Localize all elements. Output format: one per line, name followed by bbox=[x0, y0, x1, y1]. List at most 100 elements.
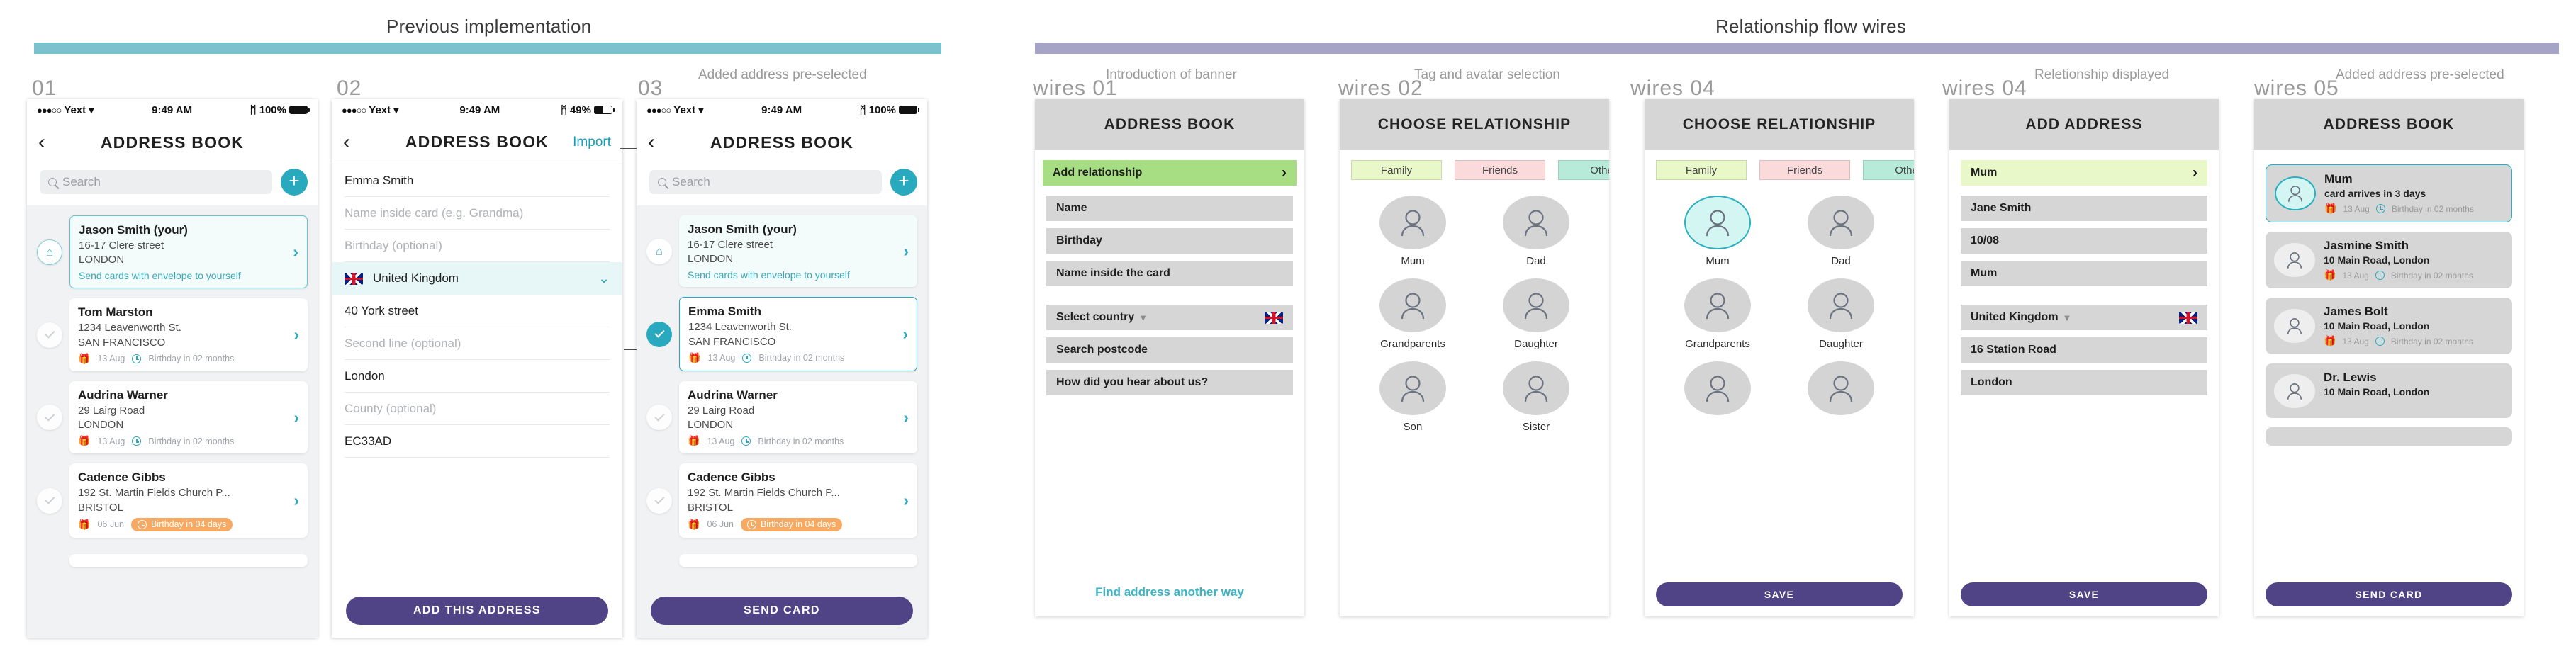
address-card-self[interactable]: Jason Smith (your) 16-17 Clere street LO… bbox=[679, 215, 917, 288]
send-card-button[interactable]: SEND CARD bbox=[651, 597, 913, 625]
gift-icon: 🎁 bbox=[2324, 203, 2337, 214]
field-name-inside-card[interactable]: Name inside card (e.g. Grandma) bbox=[345, 197, 610, 230]
chevron-right-icon[interactable]: › bbox=[903, 408, 909, 427]
address-card-selected[interactable]: Emma Smith 1234 Leavenworth St. SAN FRAN… bbox=[679, 297, 917, 371]
avatar-option[interactable]: Mum bbox=[1351, 196, 1474, 267]
search-input[interactable]: Search bbox=[40, 170, 272, 194]
chevron-right-icon[interactable]: › bbox=[293, 325, 299, 344]
wire-contact-card-partial[interactable] bbox=[2266, 427, 2512, 446]
list-item-partial[interactable] bbox=[27, 548, 318, 583]
avatar-option[interactable]: Daughter bbox=[1474, 278, 1598, 350]
wire-screen-04a: CHOOSE RELATIONSHIP Family Friends Other… bbox=[1645, 99, 1914, 616]
chevron-right-icon[interactable]: › bbox=[903, 491, 909, 510]
wire-field-name-inside-card[interactable]: Name inside the card bbox=[1046, 261, 1293, 286]
search-input[interactable]: Search bbox=[649, 170, 882, 194]
tag-family[interactable]: Family bbox=[1656, 160, 1747, 180]
find-address-another-way-link[interactable]: Find address another way bbox=[1035, 585, 1304, 599]
avatar-option-selected[interactable]: Mum bbox=[1656, 196, 1779, 267]
field-postcode[interactable]: EC33AD bbox=[345, 425, 610, 458]
field-address-line1[interactable]: 40 York street bbox=[345, 295, 610, 327]
tag-friends[interactable]: Friends bbox=[1455, 160, 1545, 180]
avatar-option[interactable] bbox=[1779, 361, 1903, 421]
save-button[interactable]: SAVE bbox=[1961, 582, 2207, 606]
wire-field-address-line1[interactable]: 16 Station Road bbox=[1961, 337, 2207, 363]
back-button[interactable]: ‹ bbox=[343, 131, 371, 153]
wire-field-select-country[interactable]: Select country ▼ bbox=[1046, 305, 1293, 330]
wire-field-hear-about-us[interactable]: How did you hear about us? bbox=[1046, 370, 1293, 395]
chevron-right-icon[interactable]: › bbox=[902, 324, 908, 344]
avatar-option[interactable]: Son bbox=[1351, 361, 1474, 433]
select-checkbox[interactable] bbox=[37, 322, 62, 348]
list-item[interactable]: Tom Marston 1234 Leavenworth St. SAN FRA… bbox=[27, 298, 318, 380]
avatar-option[interactable]: Grandparents bbox=[1656, 278, 1779, 350]
wire-field-city[interactable]: London bbox=[1961, 370, 2207, 395]
wire-contact-card[interactable]: Jasmine Smith 10 Main Road, London 🎁 13 … bbox=[2266, 232, 2512, 288]
wire-field-country[interactable]: United Kingdom ▼ bbox=[1961, 305, 2207, 330]
wire-field-search-postcode[interactable]: Search postcode bbox=[1046, 337, 1293, 363]
field-country-select[interactable]: United Kingdom ⌄ bbox=[332, 262, 622, 295]
address-card[interactable]: Audrina Warner 29 Lairg Road LONDON 🎁 13… bbox=[69, 380, 308, 454]
address-card-self[interactable]: Jason Smith (your) 16-17 Clere street LO… bbox=[69, 215, 308, 289]
wire-field-birthday[interactable]: Birthday bbox=[1046, 228, 1293, 254]
add-this-address-button[interactable]: ADD THIS ADDRESS bbox=[346, 597, 608, 625]
field-address-line2[interactable]: Second line (optional) bbox=[345, 327, 610, 360]
avatar-option[interactable]: Grandparents bbox=[1351, 278, 1474, 350]
wire-field-name[interactable]: Jane Smith bbox=[1961, 196, 2207, 221]
field-name[interactable]: Emma Smith bbox=[345, 164, 610, 197]
list-item[interactable]: Audrina Warner 29 Lairg Road LONDON 🎁 13… bbox=[637, 380, 927, 463]
chevron-right-icon[interactable]: › bbox=[293, 408, 299, 427]
battery-percent-03: 100% bbox=[868, 103, 896, 116]
relationship-banner[interactable]: Mum › bbox=[1961, 160, 2207, 186]
back-button[interactable]: ‹ bbox=[648, 132, 676, 153]
select-checkbox[interactable] bbox=[646, 405, 672, 431]
chevron-right-icon[interactable]: › bbox=[293, 491, 299, 510]
select-checkbox[interactable] bbox=[646, 487, 672, 514]
select-checkbox[interactable] bbox=[37, 487, 62, 514]
list-item[interactable]: Cadence Gibbs 192 St. Martin Fields Chur… bbox=[637, 463, 927, 547]
avatar-option[interactable]: Daughter bbox=[1779, 278, 1903, 350]
avatar-option[interactable]: Dad bbox=[1779, 196, 1903, 267]
chevron-right-icon[interactable]: › bbox=[903, 242, 909, 261]
select-checkbox-checked[interactable] bbox=[646, 321, 672, 347]
add-relationship-banner[interactable]: Add relationship › bbox=[1043, 160, 1297, 186]
wire-contact-card-selected[interactable]: Mum card arrives in 3 days 🎁 13 Aug Birt… bbox=[2266, 164, 2512, 222]
tag-family[interactable]: Family bbox=[1351, 160, 1442, 180]
list-item[interactable]: Cadence Gibbs 192 St. Martin Fields Chur… bbox=[27, 463, 318, 547]
wire-contact-card[interactable]: James Bolt 10 Main Road, London 🎁 13 Aug… bbox=[2266, 298, 2512, 354]
import-button[interactable]: Import bbox=[573, 135, 611, 150]
avatar-option[interactable]: Sister bbox=[1474, 361, 1598, 433]
list-item[interactable]: Audrina Warner 29 Lairg Road LONDON 🎁 13… bbox=[27, 380, 318, 463]
address-card-partial[interactable] bbox=[679, 553, 917, 567]
avatar-option[interactable] bbox=[1656, 361, 1779, 421]
send-card-button[interactable]: SEND CARD bbox=[2266, 582, 2512, 606]
select-checkbox[interactable] bbox=[37, 405, 62, 431]
avatar-option[interactable]: Dad bbox=[1474, 196, 1598, 267]
address-card[interactable]: Cadence Gibbs 192 St. Martin Fields Chur… bbox=[69, 463, 308, 538]
tag-other[interactable]: Other bbox=[1863, 160, 1914, 180]
nav-bar-01: ‹ ADDRESS BOOK bbox=[27, 120, 318, 164]
list-item[interactable]: ⌂ Jason Smith (your) 16-17 Clere street … bbox=[637, 215, 927, 297]
search-placeholder: Search bbox=[672, 175, 710, 188]
person-icon bbox=[1684, 361, 1751, 415]
address-card[interactable]: Cadence Gibbs 192 St. Martin Fields Chur… bbox=[679, 463, 917, 538]
address-card-partial[interactable] bbox=[69, 553, 308, 567]
list-item[interactable]: ⌂ Jason Smith (your) 16-17 Clere street … bbox=[27, 215, 318, 298]
chevron-right-icon[interactable]: › bbox=[293, 242, 298, 261]
wire-field-birthday[interactable]: 10/08 bbox=[1961, 228, 2207, 254]
wire-field-name-inside-card[interactable]: Mum bbox=[1961, 261, 2207, 286]
address-card[interactable]: Audrina Warner 29 Lairg Road LONDON 🎁 13… bbox=[679, 380, 917, 454]
save-button[interactable]: SAVE bbox=[1656, 582, 1903, 606]
field-city[interactable]: London bbox=[345, 360, 610, 393]
tag-friends[interactable]: Friends bbox=[1759, 160, 1850, 180]
wire-contact-card[interactable]: Dr. Lewis 10 Main Road, London bbox=[2266, 363, 2512, 418]
add-address-button[interactable]: + bbox=[281, 169, 308, 196]
back-button[interactable]: ‹ bbox=[38, 132, 67, 153]
wire-field-name[interactable]: Name bbox=[1046, 196, 1293, 221]
add-address-button[interactable]: + bbox=[890, 169, 917, 196]
field-county[interactable]: County (optional) bbox=[345, 393, 610, 425]
tag-other[interactable]: Other bbox=[1558, 160, 1609, 180]
list-item-partial[interactable] bbox=[637, 548, 927, 583]
field-birthday[interactable]: Birthday (optional) bbox=[345, 230, 610, 262]
address-card[interactable]: Tom Marston 1234 Leavenworth St. SAN FRA… bbox=[69, 298, 308, 371]
list-item-selected[interactable]: Emma Smith 1234 Leavenworth St. SAN FRAN… bbox=[637, 297, 927, 380]
